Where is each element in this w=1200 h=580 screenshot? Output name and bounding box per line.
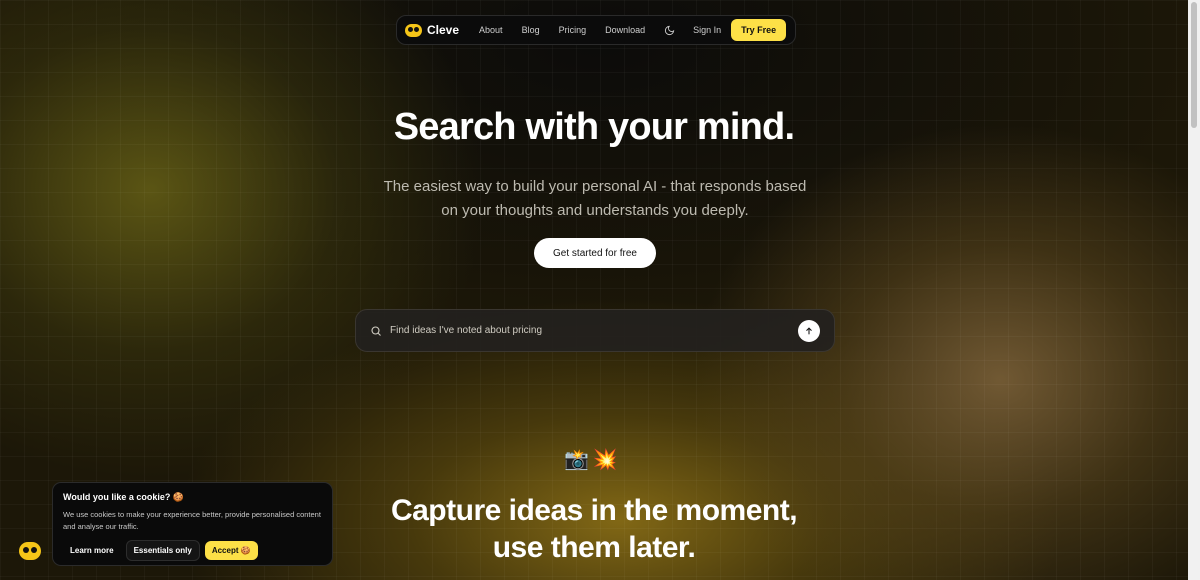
collision-emoji: 💥 bbox=[592, 449, 618, 471]
section-title-line2: use them later. bbox=[492, 531, 696, 564]
moon-icon[interactable] bbox=[664, 25, 675, 36]
cookie-banner: Would you like a cookie? 🍪 We use cookie… bbox=[52, 482, 333, 566]
scrollbar-thumb[interactable] bbox=[1191, 2, 1197, 128]
top-nav: Cleve About Blog Pricing Download Sign I… bbox=[396, 15, 796, 45]
sign-in-link[interactable]: Sign In bbox=[693, 25, 721, 35]
camera-flash-emoji: 📸 bbox=[564, 449, 589, 471]
essentials-only-button[interactable]: Essentials only bbox=[125, 540, 200, 561]
cookie-actions: Learn more Essentials only Accept 🍪 bbox=[63, 540, 322, 561]
nav-about-link[interactable]: About bbox=[479, 25, 503, 35]
search-bar[interactable]: Find ideas I've noted about pricing bbox=[355, 309, 835, 352]
brand-logo[interactable]: Cleve bbox=[405, 23, 459, 37]
cleve-logo-icon bbox=[405, 23, 422, 37]
get-started-button[interactable]: Get started for free bbox=[534, 238, 656, 268]
nav-blog-link[interactable]: Blog bbox=[522, 25, 540, 35]
cleve-mascot-icon[interactable] bbox=[19, 542, 41, 560]
search-input[interactable]: Find ideas I've noted about pricing bbox=[390, 325, 798, 336]
hero-subtitle: The easiest way to build your personal A… bbox=[383, 178, 807, 219]
try-free-button[interactable]: Try Free bbox=[731, 19, 787, 41]
arrow-up-icon[interactable] bbox=[798, 319, 820, 342]
nav-pricing-link[interactable]: Pricing bbox=[559, 25, 587, 35]
brand-name: Cleve bbox=[427, 23, 460, 37]
section-title-line1: Capture ideas in the moment, bbox=[390, 494, 798, 527]
scrollbar[interactable] bbox=[1188, 0, 1200, 580]
nav-download-link[interactable]: Download bbox=[605, 25, 645, 35]
search-icon bbox=[370, 325, 382, 337]
learn-more-button[interactable]: Learn more bbox=[63, 541, 121, 560]
accept-button[interactable]: Accept 🍪 bbox=[204, 541, 258, 560]
section-emojis: 📸 💥 bbox=[564, 447, 618, 473]
hero-title: Search with your mind. bbox=[393, 106, 795, 148]
cookie-body: We use cookies to make your experience b… bbox=[63, 510, 321, 531]
cookie-title: Would you like a cookie? 🍪 bbox=[63, 492, 185, 502]
